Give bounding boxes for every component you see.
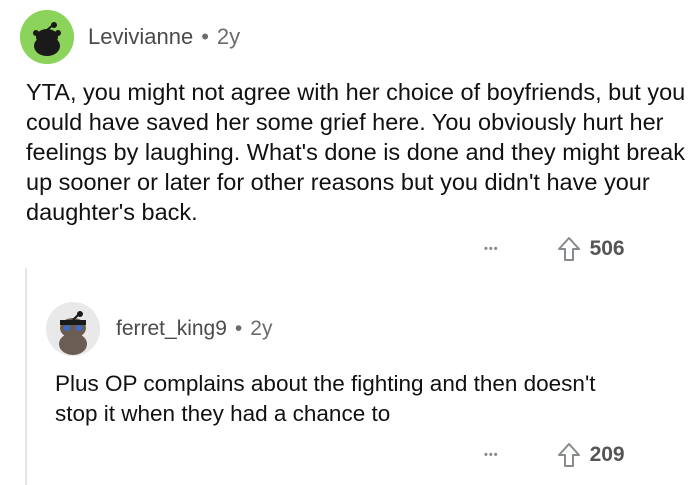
avatar[interactable] [46,302,100,356]
more-options-icon[interactable]: ••• [484,449,499,461]
meta-separator: • [234,317,243,340]
comment-author[interactable]: Levivianne [88,24,193,50]
snoo-avatar-icon [20,10,74,64]
upvote-arrow-icon [557,443,580,467]
comment-1-actions: ••• 506 [484,236,625,262]
avatar[interactable] [20,10,74,64]
comment-body: Plus OP complains about the fighting and… [55,371,596,426]
meta-separator: • [201,24,209,49]
comment-1-header: Levivianne • 2y [20,10,240,64]
snoo-avatar-icon [46,302,100,356]
upvote-arrow-icon [557,237,580,261]
comment-age: 2y [216,24,241,49]
upvote-count: 209 [589,443,625,466]
upvote-count: 506 [589,237,625,260]
thread-line[interactable] [25,268,27,485]
comment-2-actions: ••• 209 [484,442,625,468]
upvote-button[interactable]: 506 [557,236,625,262]
comment-age: 2y [250,317,273,340]
more-options-icon[interactable]: ••• [484,243,499,255]
comment-body: YTA, you might not agree with her choice… [26,79,686,225]
comment-2-header: ferret_king9 • 2y [46,302,272,356]
comment-author[interactable]: ferret_king9 [116,317,227,341]
upvote-button[interactable]: 209 [557,442,625,468]
